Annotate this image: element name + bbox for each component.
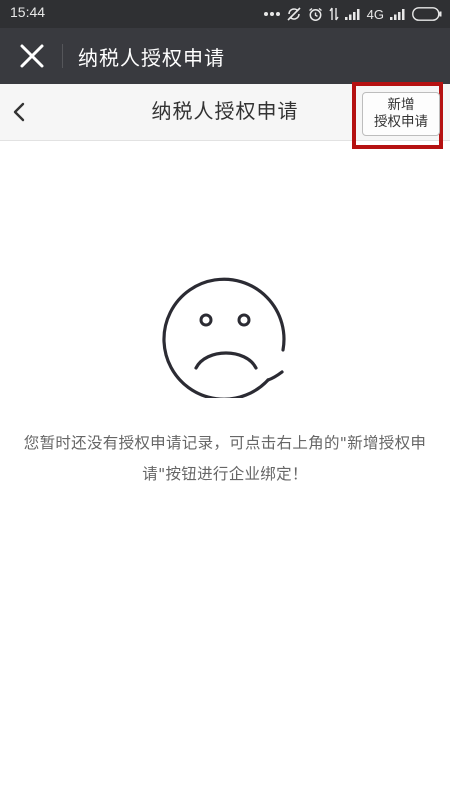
- notification-dots-icon: [263, 12, 280, 16]
- close-icon[interactable]: [16, 40, 48, 72]
- app-bar: 纳税人授权申请: [0, 28, 450, 84]
- signal-icon: [344, 9, 360, 20]
- data-transfer-icon: [329, 7, 339, 21]
- signal-icon-2: [390, 9, 405, 20]
- network-type: 4G: [366, 6, 384, 22]
- sad-face-icon: [162, 277, 286, 398]
- app-bar-divider: [62, 44, 63, 68]
- battery-icon: [412, 7, 442, 21]
- alarm-icon: [308, 7, 322, 21]
- add-button-label-line1: 新增: [387, 97, 415, 113]
- app-title: 纳税人授权申请: [78, 46, 225, 70]
- status-icons: 4G: [263, 5, 442, 23]
- add-authorization-button[interactable]: 新增 授权申请: [362, 92, 440, 136]
- status-time: 15:44: [10, 4, 46, 20]
- empty-state-message: 您暂时还没有授权申请记录，可点击右上角的"新增授权申请"按钮进行企业绑定！: [23, 434, 427, 483]
- sync-off-icon: [287, 7, 301, 21]
- status-bar: 15:44 4G: [0, 0, 450, 28]
- add-button-label-line2: 授权申请: [374, 114, 428, 130]
